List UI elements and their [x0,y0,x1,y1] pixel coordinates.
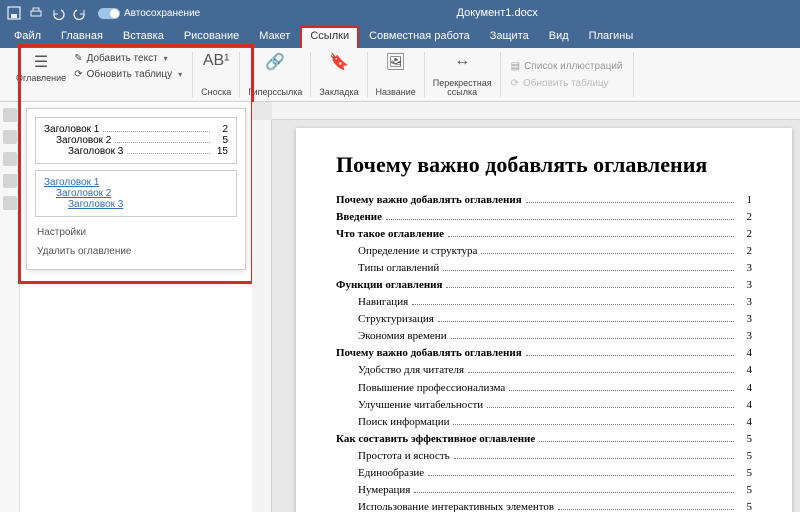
toc-entry[interactable]: Типы оглавлений3 [336,260,752,277]
toc-style-dotted[interactable]: Заголовок 12Заголовок 25Заголовок 315 [35,117,237,164]
toc-entry[interactable]: Что такое оглавление2 [336,226,752,243]
ribbon-caption[interactable]: 🖼 Название [368,52,425,97]
crossref-icon: ↔ [454,52,470,70]
tab-insert[interactable]: Вставка [113,26,174,48]
print-icon[interactable] [28,5,44,21]
toc-icon[interactable]: ☰ [34,52,48,72]
toc-sample-row: Заголовок 25 [44,135,228,146]
tab-collaboration[interactable]: Совместная работа [359,26,480,48]
toc-entry[interactable]: Почему важно добавлять оглавления1 [336,192,752,209]
strip-icon[interactable] [3,196,17,210]
horizontal-ruler[interactable] [272,102,800,120]
ribbon-figlist-group: ▤Список иллюстраций ⟳Обновить таблицу [501,52,634,97]
document-area: Почему важно добавлять оглавления Почему… [252,102,800,512]
toc-style-links[interactable]: Заголовок 1Заголовок 2Заголовок 3 [35,170,237,217]
quick-access-toolbar [6,5,88,21]
toc-entry[interactable]: Повышение профессионализма4 [336,380,752,397]
toc-entry[interactable]: Навигация3 [336,294,752,311]
menu-bar: Файл Главная Вставка Рисование Макет Ссы… [0,26,800,48]
refresh-icon: ⟳ [74,69,82,80]
toc-entry[interactable]: Введение2 [336,209,752,226]
ribbon-footnote[interactable]: AB¹ Сноска [193,52,240,97]
update-table-button[interactable]: ⟳Обновить таблицу [72,68,184,81]
toc-entry[interactable]: Нумерация5 [336,482,752,499]
autosave-label: Автосохранение [124,8,200,19]
ribbon: ☰ Оглавление ✎Добавить текст ⟳Обновить т… [0,48,800,102]
toc-sample-row: Заголовок 12 [44,124,228,135]
toc-dropdown-panel: Заголовок 12Заголовок 25Заголовок 315 За… [20,102,252,512]
footnote-icon: AB¹ [203,52,230,70]
toc-entry[interactable]: Экономия времени3 [336,328,752,345]
toc-entry[interactable]: Простота и ясность5 [336,448,752,465]
toc-popup: Заголовок 12Заголовок 25Заголовок 315 За… [26,108,246,270]
document-page[interactable]: Почему важно добавлять оглавления Почему… [296,128,792,512]
toc-settings-option[interactable]: Настройки [35,223,237,242]
toc-entry[interactable]: Структуризация3 [336,311,752,328]
link-icon: 🔗 [265,52,285,72]
ribbon-hyperlink[interactable]: 🔗 Гиперссылка [240,52,311,97]
strip-icon[interactable] [3,130,17,144]
tab-layout[interactable]: Макет [249,26,300,48]
ribbon-bookmark[interactable]: 🔖 Закладка [311,52,367,97]
toc-entry[interactable]: Использование интерактивных элементов5 [336,499,752,512]
tab-protect[interactable]: Защита [480,26,539,48]
toc-entry[interactable]: Почему важно добавлять оглавления4 [336,345,752,362]
ribbon-crossref[interactable]: ↔ Перекрестнаяссылка [425,52,501,97]
tab-references[interactable]: Ссылки [300,26,359,48]
page-title: Почему важно добавлять оглавления [336,152,752,178]
toc-link-row[interactable]: Заголовок 1 [44,177,228,188]
toc-remove-option[interactable]: Удалить оглавление [35,242,237,261]
title-bar: Автосохранение Документ1.docx [0,0,800,26]
toc-entry[interactable]: Функции оглавления3 [336,277,752,294]
add-text-button[interactable]: ✎Добавить текст [72,52,184,65]
document-toc: Почему важно добавлять оглавления1Введен… [336,192,752,512]
toc-entry[interactable]: Как составить эффективное оглавление5 [336,431,752,448]
autosave-toggle[interactable]: Автосохранение [98,8,200,19]
save-icon[interactable] [6,5,22,21]
update-table2-button: ⟳Обновить таблицу [509,77,611,90]
toc-entry[interactable]: Улучшение читабельности4 [336,397,752,414]
toc-button[interactable]: Оглавление [16,74,66,83]
strip-icon[interactable] [3,108,17,122]
add-text-icon: ✎ [74,53,82,64]
strip-icon[interactable] [3,152,17,166]
strip-icon[interactable] [3,174,17,188]
ribbon-toc-group: ☰ Оглавление ✎Добавить текст ⟳Обновить т… [8,52,193,97]
tab-view[interactable]: Вид [539,26,579,48]
toc-link-row[interactable]: Заголовок 3 [44,199,228,210]
toc-link-row[interactable]: Заголовок 2 [44,188,228,199]
bookmark-icon: 🔖 [329,52,349,72]
figure-list-button[interactable]: ▤Список иллюстраций [509,60,625,73]
redo-icon[interactable] [72,5,88,21]
tab-plugins[interactable]: Плагины [579,26,644,48]
caption-icon: 🖼 [385,52,405,72]
list-icon: ▤ [511,61,520,72]
vertical-ruler[interactable] [252,120,272,512]
toc-entry[interactable]: Поиск информации4 [336,414,752,431]
toc-entry[interactable]: Удобство для читателя4 [336,362,752,379]
toc-sample-row: Заголовок 315 [44,146,228,157]
document-title: Документ1.docx [200,7,794,19]
toggle-switch-icon[interactable] [98,8,120,19]
tab-file[interactable]: Файл [4,26,51,48]
tab-home[interactable]: Главная [51,26,113,48]
left-tool-strip [0,102,20,512]
workspace: Заголовок 12Заголовок 25Заголовок 315 За… [0,102,800,512]
refresh-icon: ⟳ [511,78,519,89]
undo-icon[interactable] [50,5,66,21]
toc-entry[interactable]: Определение и структура2 [336,243,752,260]
toc-entry[interactable]: Единообразие5 [336,465,752,482]
tab-draw[interactable]: Рисование [174,26,249,48]
